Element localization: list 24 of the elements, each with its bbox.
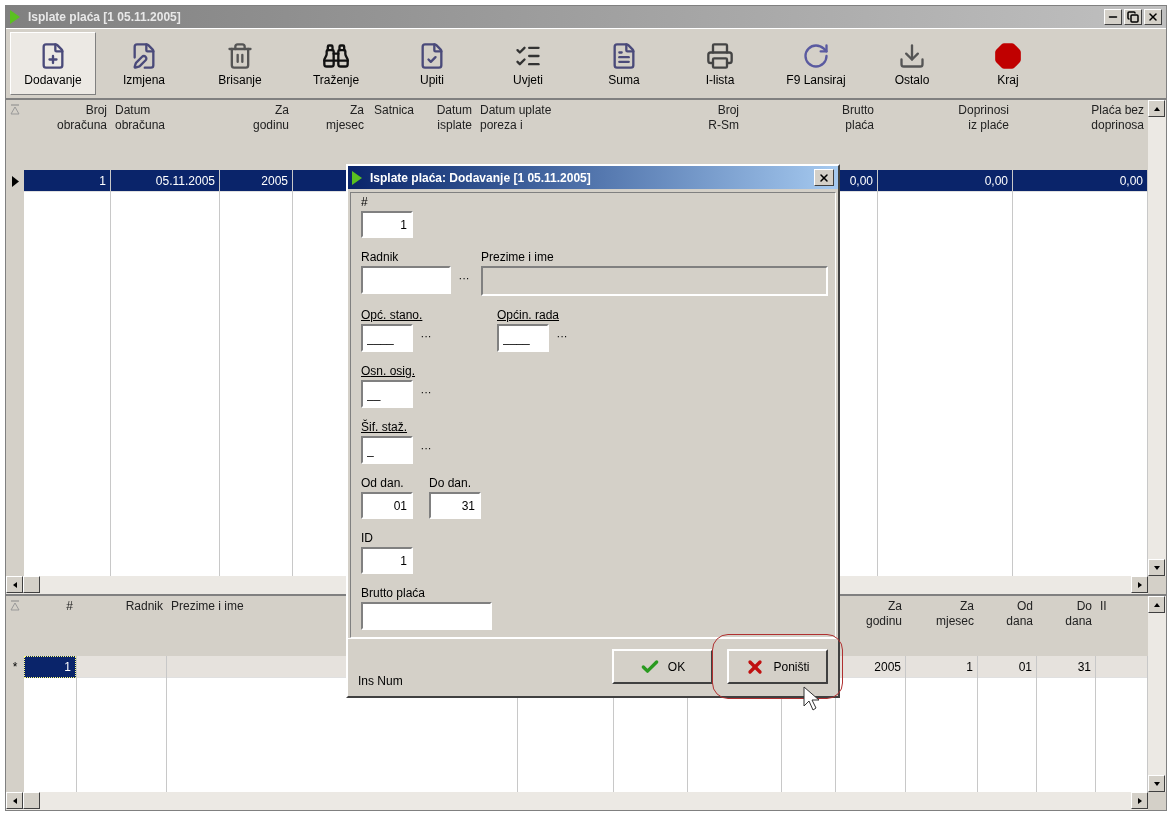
table-cell: 0,00 <box>1013 170 1147 192</box>
field-label: Brutto plaća <box>361 586 427 600</box>
field-label: ID <box>361 531 374 545</box>
dialog-title: Isplate plaća: Dodavanje [1 05.11.2005] <box>370 169 591 187</box>
field-label: Prezime i ime <box>481 250 555 264</box>
window-title: Isplate plaća [1 05.11.2005] <box>28 9 181 26</box>
table-cell: 01 <box>978 656 1036 678</box>
field-label: Opć. stano. <box>361 308 424 322</box>
table-cell: 1 <box>24 170 110 192</box>
table-cell: 1 <box>24 656 76 678</box>
field-label: Do dan. <box>429 476 473 490</box>
status-text: Ins Num <box>358 673 403 690</box>
table-cell: 05.11.2005 <box>111 170 219 192</box>
table-cell: 31 <box>1037 656 1095 678</box>
field-label: # <box>361 195 369 209</box>
field-label: Općin. rada <box>497 308 561 322</box>
field-label: Radnik <box>361 250 400 264</box>
table-cell: 1 <box>906 656 977 678</box>
table-cell: 0,00 <box>878 170 1012 192</box>
field-label: Od dan. <box>361 476 405 490</box>
new-row-marker: * <box>12 661 18 673</box>
table-cell: 2005 <box>220 170 292 192</box>
field-label: Šif. staž. <box>361 420 408 434</box>
field-label: Osn. osig. <box>361 364 417 378</box>
